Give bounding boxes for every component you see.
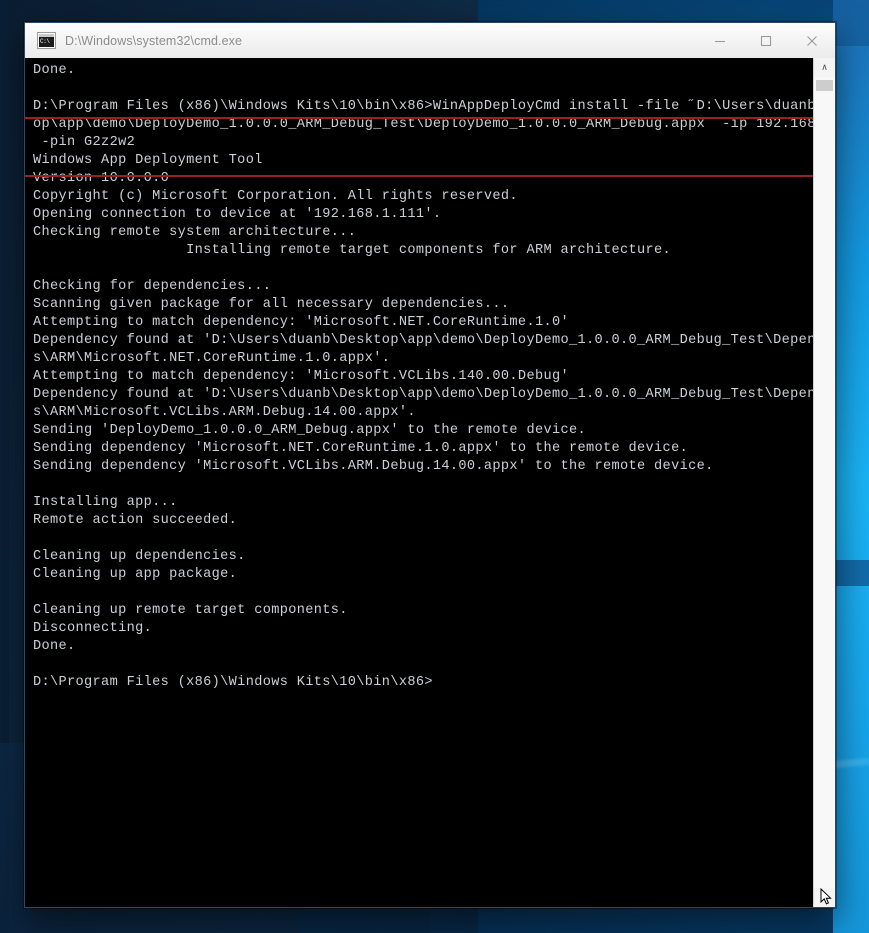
terminal-line: Windows App Deployment Tool: [33, 153, 263, 168]
cmd-icon: [37, 32, 56, 49]
terminal-line: Disconnecting.: [33, 621, 153, 636]
terminal-line: op\app\demo\DeployDemo_1.0.0.0_ARM_Debug…: [33, 117, 835, 132]
terminal-line: Attempting to match dependency: 'Microso…: [33, 315, 569, 330]
minimize-button[interactable]: [697, 23, 743, 58]
terminal-text: Done. D:\Program Files (x86)\Windows Kits…: [33, 62, 835, 907]
wallpaper-facet-right-band: [833, 560, 869, 586]
terminal-line: Sending dependency 'Microsoft.VCLibs.ARM…: [33, 459, 714, 474]
scroll-up-arrow-icon[interactable]: ∧: [814, 58, 835, 77]
terminal-line: Scanning given package for all necessary…: [33, 297, 510, 312]
scrollbar-track[interactable]: [814, 77, 835, 888]
terminal-line: Attempting to match dependency: 'Microso…: [33, 369, 569, 384]
terminal-line: Checking for dependencies...: [33, 279, 272, 294]
window-controls: [697, 23, 835, 58]
terminal-line: Opening connection to device at '192.168…: [33, 207, 442, 222]
terminal-line: Done.: [33, 63, 76, 78]
wallpaper-facet-left: [0, 0, 9, 933]
terminal-line: Copyright (c) Microsoft Corporation. All…: [33, 189, 518, 204]
terminal-line: s\ARM\Microsoft.VCLibs.ARM.Debug.14.00.a…: [33, 405, 416, 420]
terminal-line: Done.: [33, 639, 76, 654]
maximize-button[interactable]: [743, 23, 789, 58]
wallpaper-facet-right-top: [833, 0, 869, 46]
terminal-line: Cleaning up app package.: [33, 567, 238, 582]
terminal-line: Remote action succeeded.: [33, 513, 238, 528]
wallpaper-facet-right: [833, 0, 869, 933]
terminal-line: D:\Program Files (x86)\Windows Kits\10\b…: [33, 675, 433, 690]
terminal-line: Version 10.0.0.0: [33, 171, 170, 186]
scroll-down-arrow-icon[interactable]: ∨: [814, 888, 835, 907]
window-titlebar[interactable]: D:\Windows\system32\cmd.exe: [25, 23, 835, 59]
terminal-line: Dependency found at 'D:\Users\duanb\Desk…: [33, 333, 835, 348]
console-scrollbar[interactable]: ∧ ∨: [813, 58, 835, 907]
terminal-line: s\ARM\Microsoft.NET.CoreRuntime.1.0.appx…: [33, 351, 391, 366]
maximize-icon: [760, 35, 772, 46]
terminal-line: Checking remote system architecture...: [33, 225, 357, 240]
terminal-line: Installing app...: [33, 495, 178, 510]
terminal-line: Sending dependency 'Microsoft.NET.CoreRu…: [33, 441, 689, 456]
window-title: D:\Windows\system32\cmd.exe: [65, 33, 243, 48]
console-output-area[interactable]: Done. D:\Program Files (x86)\Windows Kits…: [25, 58, 835, 907]
minimize-icon: [715, 40, 725, 42]
terminal-line: Cleaning up dependencies.: [33, 549, 246, 564]
close-button[interactable]: [789, 23, 835, 58]
terminal-line: Installing remote target components for …: [33, 243, 672, 258]
terminal-line: Dependency found at 'D:\Users\duanb\Desk…: [33, 387, 835, 402]
terminal-line: Cleaning up remote target components.: [33, 603, 348, 618]
terminal-line: -pin G2z2w2: [33, 135, 136, 150]
cmd-window: D:\Windows\system32\cmd.exe Done.D:\Pro: [24, 22, 836, 908]
scrollbar-thumb[interactable]: [816, 80, 833, 91]
terminal-line: D:\Program Files (x86)\Windows Kits\10\b…: [33, 99, 835, 114]
close-icon: [807, 35, 817, 46]
terminal-line: Sending 'DeployDemo_1.0.0.0_ARM_Debug.ap…: [33, 423, 586, 438]
